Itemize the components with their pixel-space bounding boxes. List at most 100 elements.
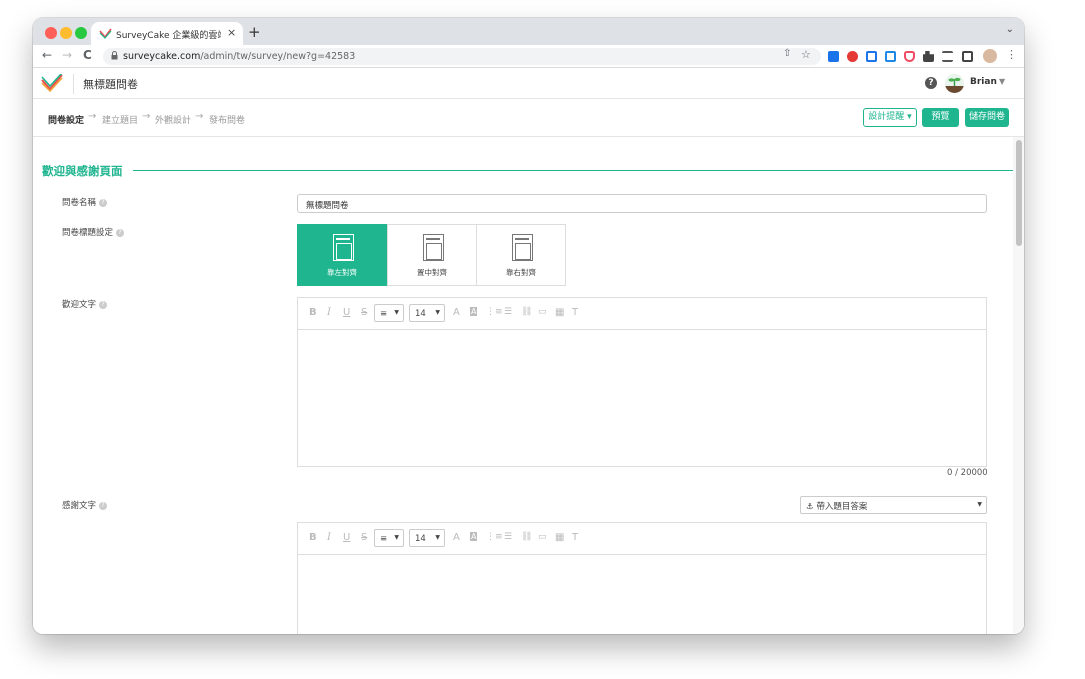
image-icon[interactable]: ▭ <box>538 532 547 542</box>
font-size-dropdown[interactable]: 14 ▼ <box>409 529 445 547</box>
underline-icon[interactable]: U <box>343 532 350 543</box>
italic-icon[interactable]: I <box>327 307 331 318</box>
bullet-list-icon[interactable]: ☰ <box>504 307 512 317</box>
url-field[interactable]: surveycake.com/admin/tw/survey/new?g=425… <box>103 48 821 65</box>
extension-red-icon[interactable] <box>847 51 858 62</box>
section-title: 歡迎與感謝頁面 <box>42 164 123 178</box>
design-tips-button[interactable]: 設計提醒 ▾ <box>863 108 917 127</box>
welcome-text-label-text: 歡迎文字 <box>62 300 97 310</box>
title-alignment-label: 問卷標題設定? <box>62 226 125 238</box>
preview-button[interactable]: 預覽 <box>922 108 959 127</box>
thanks-text-label-text: 感謝文字 <box>62 501 97 511</box>
survey-name-label: 問卷名稱? <box>62 196 108 208</box>
tab-title: SurveyCake 企業級的雲端問卷 <box>116 31 221 41</box>
strikethrough-icon[interactable]: S <box>361 307 367 318</box>
welcome-text-editor[interactable]: B I U S ≡ ▼ 14 ▼ A A ⋮≡ ☰ ⛓ ▭ ▦ T <box>297 297 987 467</box>
link-icon[interactable]: ⛓ <box>521 307 532 317</box>
step-arrow-icon: → <box>88 111 97 122</box>
link-icon[interactable]: ⛓ <box>521 532 532 542</box>
profile-avatar-icon[interactable] <box>983 49 997 63</box>
tab-close-icon[interactable]: × <box>227 26 236 39</box>
extensions-puzzle-icon[interactable] <box>923 51 934 62</box>
clear-format-icon[interactable]: T <box>572 307 578 318</box>
scrollbar-thumb[interactable] <box>1016 140 1022 246</box>
insert-answer-dropdown[interactable]: ⚓ 帶入題目答案 ▼ <box>800 496 987 514</box>
step-appearance[interactable]: 外觀設計 <box>155 113 191 126</box>
font-size-value: 14 <box>415 534 426 544</box>
surveycake-favicon-icon <box>99 28 112 39</box>
reload-icon[interactable]: C <box>83 48 92 62</box>
bold-icon[interactable]: B <box>309 307 317 318</box>
extension-blue-icon[interactable] <box>866 51 877 62</box>
reading-list-icon[interactable] <box>942 51 953 62</box>
thanks-text-editor[interactable]: B I U S ≡ ▼ 14 ▼ A A ⋮≡ ☰ ⛓ ▭ ▦ T <box>297 522 987 634</box>
align-center-option[interactable]: 置中對齊 <box>387 224 477 286</box>
chevron-down-icon: ▼ <box>394 309 399 316</box>
header-divider <box>73 74 74 94</box>
align-center-icon <box>423 234 444 261</box>
align-dropdown[interactable]: ≡ ▼ <box>374 529 404 547</box>
extension-sync-icon[interactable] <box>885 51 896 62</box>
font-size-dropdown[interactable]: 14 ▼ <box>409 304 445 322</box>
step-publish[interactable]: 發布問卷 <box>209 113 245 126</box>
pocket-icon[interactable] <box>904 51 915 62</box>
chevron-down-icon: ▼ <box>435 309 440 316</box>
user-menu-caret-icon[interactable]: ▼ <box>999 77 1005 86</box>
browser-window: SurveyCake 企業級的雲端問卷 × + ⌄ ← → C surveyca… <box>33 18 1024 634</box>
italic-icon[interactable]: I <box>327 532 331 543</box>
share-icon[interactable]: ⇧ <box>783 48 791 59</box>
surveycake-logo-icon[interactable] <box>41 74 63 92</box>
font-color-icon[interactable]: A <box>453 307 460 318</box>
align-right-option[interactable]: 靠右對齊 <box>476 224 566 286</box>
minimize-window-button[interactable] <box>60 27 72 39</box>
align-dropdown[interactable]: ≡ ▼ <box>374 304 404 322</box>
insert-answer-label: ⚓ 帶入題目答案 <box>806 502 868 512</box>
background-color-icon[interactable]: A <box>470 307 478 316</box>
editor-toolbar: B I U S ≡ ▼ 14 ▼ A A ⋮≡ ☰ ⛓ ▭ ▦ T <box>298 298 986 330</box>
survey-title: 無標題問卷 <box>83 78 138 91</box>
help-icon[interactable]: ? <box>99 502 108 510</box>
bookmark-star-icon[interactable]: ☆ <box>801 48 811 61</box>
bullet-list-icon[interactable]: ☰ <box>504 532 512 542</box>
url-host: surveycake.com <box>123 51 201 62</box>
survey-name-input[interactable]: 無標題問卷 <box>297 194 987 213</box>
align-left-option[interactable]: 靠左對齊 <box>297 224 387 286</box>
forward-icon[interactable]: → <box>62 48 72 62</box>
maximize-window-button[interactable] <box>75 27 87 39</box>
help-icon[interactable]: ? <box>99 199 108 207</box>
align-right-label: 靠右對齊 <box>506 268 536 277</box>
strikethrough-icon[interactable]: S <box>361 532 367 543</box>
close-window-button[interactable] <box>45 27 57 39</box>
bold-icon[interactable]: B <box>309 532 317 543</box>
save-survey-button[interactable]: 儲存問卷 <box>965 108 1009 127</box>
new-tab-button[interactable]: + <box>248 23 261 41</box>
back-icon[interactable]: ← <box>42 48 52 62</box>
address-bar-row: ← → C surveycake.com/admin/tw/survey/new… <box>33 45 1024 68</box>
help-icon[interactable]: ? <box>116 229 125 237</box>
ordered-list-icon[interactable]: ⋮≡ <box>486 532 503 542</box>
browser-tab[interactable]: SurveyCake 企業級的雲端問卷 × <box>91 22 243 45</box>
align-dropdown-icon: ≡ <box>380 309 388 319</box>
step-arrow-icon: → <box>142 111 151 122</box>
font-color-icon[interactable]: A <box>453 532 460 543</box>
ordered-list-icon[interactable]: ⋮≡ <box>486 307 503 317</box>
side-panel-icon[interactable] <box>962 51 973 62</box>
extension-calendar-icon[interactable] <box>828 51 839 62</box>
underline-icon[interactable]: U <box>343 307 350 318</box>
browser-menu-icon[interactable]: ⋮ <box>1006 48 1017 61</box>
table-icon[interactable]: ▦ <box>555 307 564 318</box>
avatar[interactable] <box>945 74 964 93</box>
step-build-questions[interactable]: 建立題目 <box>102 113 138 126</box>
help-icon[interactable]: ? <box>925 77 937 89</box>
help-icon[interactable]: ? <box>99 301 108 309</box>
step-survey-settings[interactable]: 問卷設定 <box>48 113 84 126</box>
title-alignment-label-text: 問卷標題設定 <box>62 228 114 238</box>
tab-search-icon[interactable]: ⌄ <box>1006 24 1014 35</box>
background-color-icon[interactable]: A <box>470 532 478 541</box>
step-arrow-icon: → <box>195 111 204 122</box>
image-icon[interactable]: ▭ <box>538 307 547 317</box>
user-name[interactable]: Brian <box>970 77 997 87</box>
table-icon[interactable]: ▦ <box>555 532 564 543</box>
clear-format-icon[interactable]: T <box>572 532 578 543</box>
font-size-value: 14 <box>415 309 426 319</box>
